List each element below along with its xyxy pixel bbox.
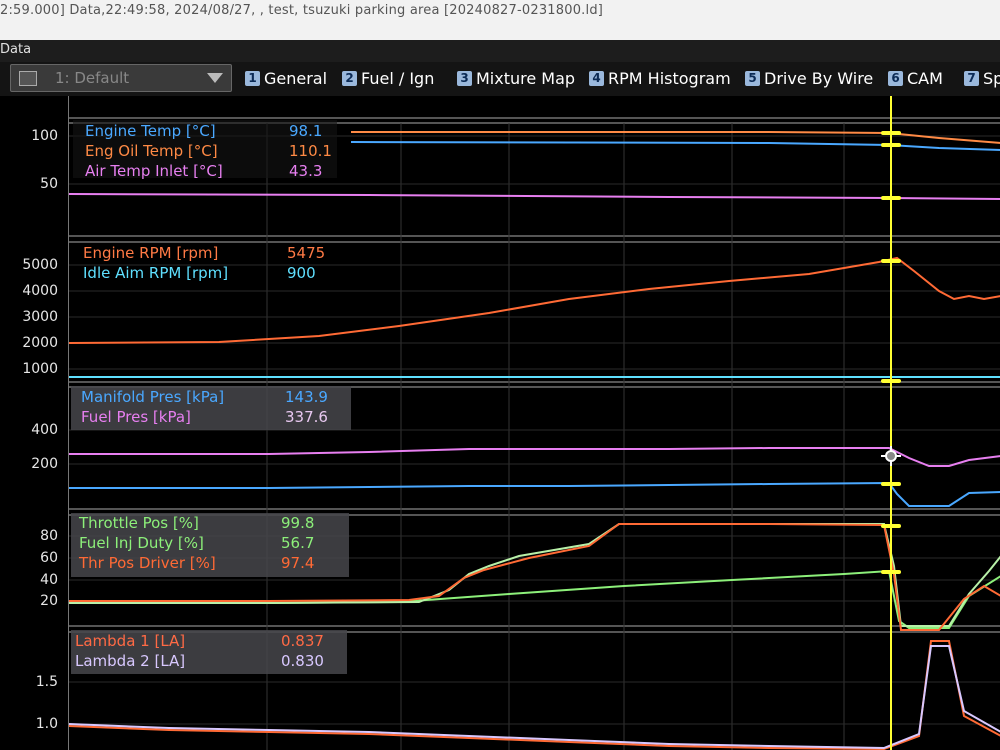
tab-rpm-histogram[interactable]: 4 RPM Histogram [589, 66, 731, 90]
workspace-icon [19, 71, 37, 86]
tab-general[interactable]: 1 General [245, 66, 327, 90]
legend-engine-rpm-value: 5475 [287, 244, 326, 262]
data-plot-area[interactable]: Engine Temp [°C] 98.1 Eng Oil Temp [°C] … [68, 96, 1000, 750]
vertical-grid [266, 123, 845, 750]
tick-label: 60 [40, 550, 58, 566]
legend-lambda-1-name: Lambda 1 [LA] [75, 632, 186, 650]
tick-label: 200 [31, 456, 58, 472]
legend-eng-oil-temp-value: 110.1 [289, 142, 332, 160]
move-cursor-icon [881, 446, 901, 466]
tick-label: 3000 [22, 309, 58, 325]
legend-fuel-pres-name: Fuel Pres [kPa] [81, 408, 191, 426]
legend-engine-temp-name: Engine Temp [°C] [85, 122, 216, 140]
legend-engine-rpm-name: Engine RPM [rpm] [83, 244, 219, 262]
tick-label: 40 [40, 572, 58, 588]
legend-engine-temp-value: 98.1 [289, 122, 323, 140]
tick-label: 1000 [22, 361, 58, 377]
legend-fuel-pres-value: 337.6 [285, 408, 328, 426]
window-title-bar: 2:59.000] Data,22:49:58, 2024/08/27, , t… [0, 0, 1000, 40]
legend-idle-aim-rpm-name: Idle Aim RPM [rpm] [83, 264, 229, 282]
legend-fuel-inj-duty-value: 56.7 [281, 534, 315, 552]
engine-temp-trace [350, 141, 1000, 151]
tick-label: 1.5 [35, 674, 58, 690]
workspace-dropdown[interactable]: 1: Default [10, 64, 232, 92]
legend-eng-oil-temp-name: Eng Oil Temp [°C] [85, 142, 218, 160]
tick-label: 1.0 [35, 716, 58, 732]
menu-bar: Data [0, 40, 1000, 63]
tick-label: 400 [31, 422, 58, 438]
manifold-pres-trace [69, 481, 1000, 507]
tick-label: 2000 [22, 335, 58, 351]
tab-sp[interactable]: 7 Sp [964, 66, 1000, 90]
menu-data[interactable]: Data [0, 42, 31, 57]
legend-manifold-pres-value: 143.9 [285, 388, 328, 406]
window-title: 2:59.000] Data,22:49:58, 2024/08/27, , t… [0, 3, 604, 18]
legend-idle-aim-rpm-value: 900 [287, 264, 316, 282]
tick-label: 4000 [22, 283, 58, 299]
tick-label: 5000 [22, 257, 58, 273]
legend-lambda-2-name: Lambda 2 [LA] [75, 652, 186, 670]
legend-thr-pos-driver-name: Thr Pos Driver [%] [79, 554, 216, 572]
legend-lambda-2-value: 0.830 [281, 652, 324, 670]
tab-fuel-ign[interactable]: 2 Fuel / Ign [342, 66, 434, 90]
legend-air-temp-value: 43.3 [289, 162, 323, 180]
workspace-label: 1: Default [55, 69, 130, 87]
legend-throttle-pos-value: 99.8 [281, 514, 315, 532]
tick-label: 20 [40, 593, 58, 609]
tick-label: 80 [40, 528, 58, 544]
legend-thr-pos-driver-value: 97.4 [281, 554, 315, 572]
tab-cam[interactable]: 6 CAM [888, 66, 943, 90]
tab-mixture-map[interactable]: 3 Mixture Map [457, 66, 575, 90]
legend-throttle-pos-name: Throttle Pos [%] [79, 514, 199, 532]
legend-fuel-inj-duty-name: Fuel Inj Duty [%] [79, 534, 204, 552]
y-axis-band: 100 50 5000 4000 3000 2000 1000 400 200 … [0, 96, 68, 750]
tick-label: 100 [31, 128, 58, 144]
legend-air-temp-name: Air Temp Inlet [°C] [85, 162, 223, 180]
legend-manifold-pres-name: Manifold Pres [kPa] [81, 388, 225, 406]
toolbar: 1: Default 1 General 2 Fuel / Ign 3 Mixture… [0, 62, 1000, 96]
air-temp-trace [69, 193, 1000, 200]
tick-label: 50 [40, 176, 58, 192]
tab-drive-by-wire[interactable]: 5 Drive By Wire [745, 66, 873, 90]
chevron-down-icon[interactable] [207, 73, 223, 83]
fuel-pres-trace [69, 447, 1000, 467]
legend-lambda-1-value: 0.837 [281, 632, 324, 650]
